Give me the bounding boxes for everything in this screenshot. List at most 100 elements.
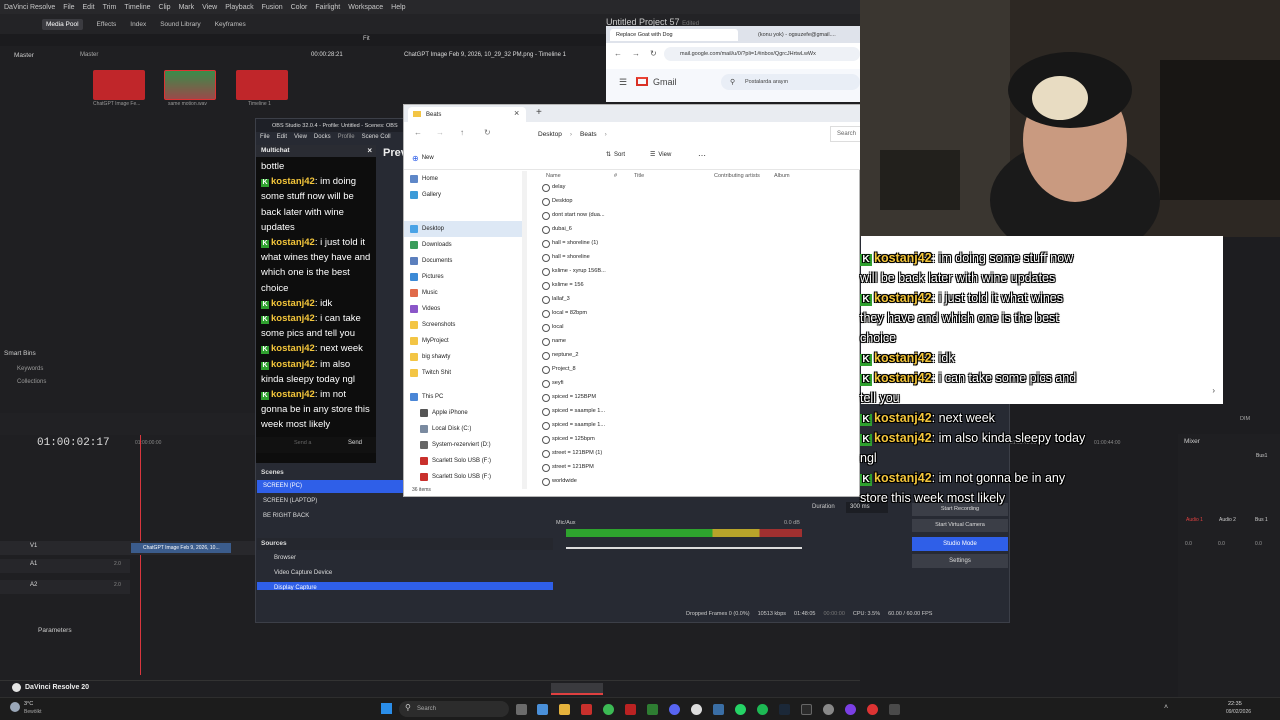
sidebar-item-myproject[interactable]: MyProject	[404, 333, 522, 349]
scene-item[interactable]: BE RIGHT BACK	[257, 510, 404, 518]
chat-input[interactable]: Send a	[294, 440, 311, 446]
menu-item-clip[interactable]: Clip	[159, 4, 171, 11]
column-album[interactable]: Album	[774, 173, 790, 179]
discord-icon[interactable]	[669, 704, 680, 715]
dim-button[interactable]: DIM	[1240, 416, 1250, 422]
list-item[interactable]: worldwide	[538, 474, 738, 488]
menu-item-view[interactable]: View	[202, 4, 217, 11]
timeline-clip[interactable]: ChatGPT Image Feb 9, 2026, 10...	[131, 543, 231, 553]
davinci-taskbar-icon[interactable]	[581, 704, 592, 715]
app-icon-gray[interactable]	[823, 704, 834, 715]
forward-arrow-icon[interactable]: →	[436, 128, 444, 137]
sidebar-item-screenshots[interactable]: Screenshots	[404, 317, 522, 333]
mic-volume-slider[interactable]	[566, 547, 802, 549]
menu-item-app[interactable]: DaVinci Resolve	[4, 4, 55, 11]
clock-date[interactable]: 09/02/2026	[1226, 709, 1251, 715]
studio-mode-button[interactable]: Studio Mode	[912, 537, 1008, 551]
sidebar-item-music[interactable]: Music	[404, 285, 522, 301]
keyframes-button[interactable]: Keyframes	[215, 21, 246, 28]
sidebar-scrollbar[interactable]	[522, 171, 527, 489]
list-item[interactable]: spiced = saample 1...	[538, 404, 738, 418]
chevron-right-icon[interactable]: ›	[1212, 386, 1215, 395]
back-arrow-icon[interactable]: ←	[614, 49, 622, 58]
sidebar-item-scarlett-2[interactable]: Scarlett Solo USB (F:)	[404, 469, 522, 485]
obs-menu-profile[interactable]: Profile	[338, 134, 355, 140]
send-button[interactable]: Send	[348, 440, 362, 446]
clock-time[interactable]: 22:35	[1228, 701, 1242, 707]
sound-library-button[interactable]: Sound Library	[160, 21, 200, 28]
app-icon-blue[interactable]	[713, 704, 724, 715]
menu-icon[interactable]: ☰	[619, 77, 627, 88]
new-button[interactable]: ⊕ New	[412, 151, 446, 165]
app-icon-red-2[interactable]	[867, 704, 878, 715]
up-arrow-icon[interactable]: ↑	[460, 128, 464, 137]
menu-item-mark[interactable]: Mark	[179, 4, 195, 11]
column-contributing-artists[interactable]: Contributing artists	[714, 173, 760, 179]
obs-menu-scene-collection[interactable]: Scene Coll	[362, 134, 391, 140]
obs-taskbar-icon[interactable]	[801, 704, 812, 715]
browser-tab-1[interactable]: Replace Goat with Dog	[610, 29, 738, 41]
app-icon-dark[interactable]	[889, 704, 900, 715]
index-button[interactable]: Index	[130, 21, 146, 28]
menu-item-help[interactable]: Help	[391, 4, 405, 11]
obs-menu-view[interactable]: View	[294, 134, 307, 140]
obs-menu-docks[interactable]: Docks	[314, 134, 331, 140]
mixer-channel-bus1[interactable]: Bus 1	[1255, 517, 1268, 523]
list-item[interactable]: hall = shoreline (1)	[538, 236, 738, 250]
media-thumb-image[interactable]	[93, 70, 145, 100]
media-pool-button[interactable]: Media Pool	[42, 18, 83, 30]
column-name[interactable]: Name	[546, 173, 561, 179]
menu-item-fairlight[interactable]: Fairlight	[315, 4, 340, 11]
list-item[interactable]: local = 82bpm	[538, 306, 738, 320]
tray-chevron-up-icon[interactable]: ˄	[1164, 704, 1168, 711]
view-button[interactable]: ☰ View	[650, 151, 671, 159]
parameters-label[interactable]: Parameters	[38, 627, 72, 634]
task-view-icon[interactable]	[516, 704, 527, 715]
source-item[interactable]: Video Capture Device	[257, 567, 553, 580]
spotify-icon[interactable]	[757, 704, 768, 715]
list-item[interactable]: local	[538, 320, 738, 334]
source-item[interactable]: Browser	[257, 552, 553, 565]
whatsapp-icon[interactable]	[735, 704, 746, 715]
scene-item[interactable]: SCREEN (PC)	[257, 480, 404, 493]
sort-button[interactable]: ⇅ Sort	[606, 151, 625, 159]
back-arrow-icon[interactable]: ←	[414, 128, 422, 137]
reload-icon[interactable]: ↻	[650, 49, 657, 58]
bin-master-label[interactable]: Master	[14, 52, 34, 59]
list-item[interactable]: spiced = saample 1...	[538, 418, 738, 432]
sidebar-item-local-disk[interactable]: Local Disk (C:)	[404, 421, 522, 437]
app-icon-red[interactable]	[625, 704, 636, 715]
browser-tab-2[interactable]: (konu yok) - ogsuzefe@gmail....	[752, 29, 852, 41]
menu-item-playback[interactable]: Playback	[225, 4, 253, 11]
column-title[interactable]: Title	[634, 173, 644, 179]
list-item[interactable]: spiced = 125BPM	[538, 390, 738, 404]
close-icon[interactable]: ×	[514, 108, 519, 118]
menu-item-trim[interactable]: Trim	[103, 4, 117, 11]
app-icon-purple[interactable]	[845, 704, 856, 715]
mixer-channel-audio2[interactable]: Audio 2	[1219, 517, 1236, 523]
sidebar-item-twitch-shit[interactable]: Twitch Shit	[404, 365, 522, 381]
menu-item-fusion[interactable]: Fusion	[262, 4, 283, 11]
mixer-channel-audio1[interactable]: Audio 1	[1186, 517, 1203, 523]
start-virtual-camera-button[interactable]: Start Virtual Camera	[912, 519, 1008, 532]
sidebar-item-scarlett-1[interactable]: Scarlett Solo USB (F:)	[404, 453, 522, 469]
menu-item-workspace[interactable]: Workspace	[348, 4, 383, 11]
chrome-icon[interactable]	[603, 704, 614, 715]
media-thumb-audio[interactable]	[164, 70, 216, 100]
list-item[interactable]: lallaf_3	[538, 292, 738, 306]
sidebar-item-desktop[interactable]: Desktop	[404, 221, 522, 237]
gmail-search-input[interactable]: Postalarda arayın	[721, 74, 860, 90]
zoom-fit-dropdown[interactable]: Fit	[363, 36, 370, 42]
app-icon-white[interactable]	[691, 704, 702, 715]
refresh-icon[interactable]: ↻	[484, 128, 491, 137]
obs-menu-file[interactable]: File	[260, 134, 270, 140]
explorer-search-input[interactable]: Search	[830, 126, 861, 142]
list-item[interactable]: kslime - xyrup 156B...	[538, 264, 738, 278]
file-explorer-icon[interactable]	[559, 704, 570, 715]
list-item[interactable]: dont start now (dua...	[538, 208, 738, 222]
sidebar-item-system-drive[interactable]: System-rezerviert (D:)	[404, 437, 522, 453]
breadcrumb-desktop[interactable]: Desktop	[538, 131, 562, 138]
new-tab-icon[interactable]: +	[536, 107, 542, 118]
sidebar-item-big-shawty[interactable]: big shawty	[404, 349, 522, 365]
list-item[interactable]: seyfi	[538, 376, 738, 390]
